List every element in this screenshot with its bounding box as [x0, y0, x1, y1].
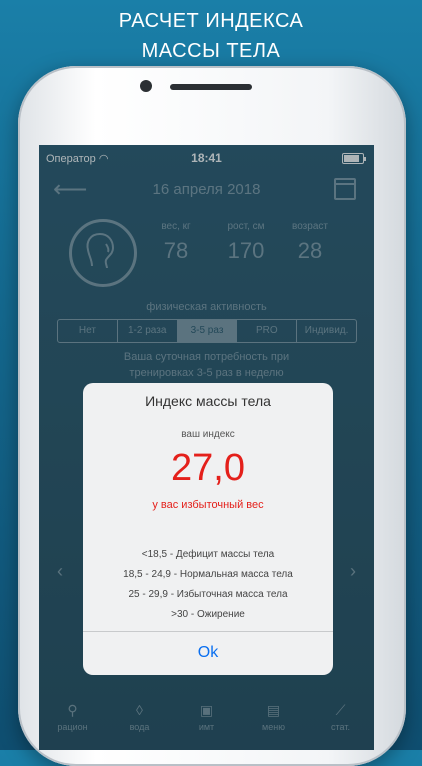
bmi-range-item: 18,5 - 24,9 - Нормальная масса тела: [123, 569, 293, 580]
bmi-range-item: <18,5 - Дефицит массы тела: [141, 549, 275, 560]
bmi-alert-dialog: Индекс массы тела ваш индекс 27,0 у вас …: [83, 383, 333, 675]
bmi-verdict: у вас избыточный вес: [152, 499, 264, 511]
dialog-subtitle: ваш индекс: [181, 429, 235, 440]
promo-line-2: МАССЫ ТЕЛА: [141, 40, 281, 62]
app-screen: Оператор ◠ 18:41 ⟵ 16 апреля 2018 вес, к…: [39, 145, 374, 750]
promo-caption: РАСЧЕТ ИНДЕКСА МАССЫ ТЕЛА: [0, 6, 422, 66]
promo-line-1: РАСЧЕТ ИНДЕКСА: [118, 10, 304, 32]
earpiece-speaker: [170, 84, 252, 90]
bmi-range-item: 25 - 29,9 - Избыточная масса тела: [128, 589, 288, 600]
bmi-value: 27,0: [171, 447, 245, 489]
bmi-ranges: <18,5 - Дефицит массы тела 18,5 - 24,9 -…: [83, 545, 333, 625]
bmi-range-item: >30 - Ожирение: [171, 609, 245, 620]
dialog-title: Индекс массы тела: [145, 393, 271, 409]
ok-button[interactable]: Ok: [83, 631, 333, 675]
front-camera: [140, 80, 152, 92]
